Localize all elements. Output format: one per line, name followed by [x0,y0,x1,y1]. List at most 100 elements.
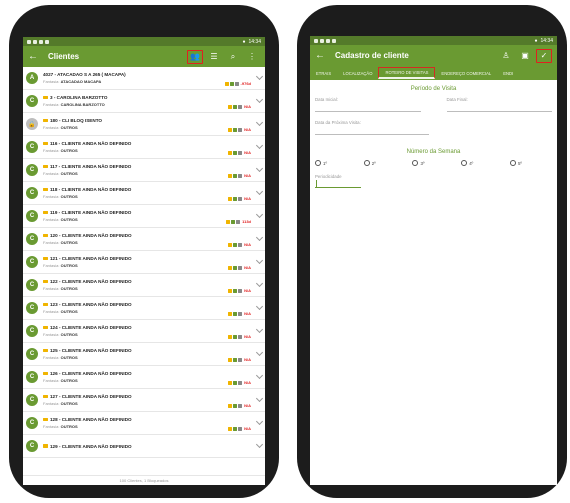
periodicidade-input[interactable] [315,179,361,188]
avatar: C [26,348,38,360]
tab-etrais[interactable]: ETRAIS [310,66,337,80]
id-card-icon[interactable]: ▣ [517,49,533,63]
semana-radio[interactable]: 5º [509,160,522,166]
client-row[interactable]: C 125 - CLIENTE AINDA NÃO DEFINIDO Fantasi… [23,343,265,366]
client-badges: N/A [228,380,251,385]
star-icon [228,242,233,247]
client-badges: N/A [228,311,251,316]
tab-endere-o-comercial[interactable]: ENDEREÇO COMERCIAL [435,66,497,80]
radio-circle-icon [315,160,321,166]
visit-status: N/A [244,311,251,316]
add-client-icon[interactable]: 👥 [187,49,203,64]
data-inicial-field[interactable] [315,102,421,112]
semana-radio[interactable]: 3º [412,160,425,166]
client-count: 100 Clientes, 1 Bloqueados [23,475,265,485]
calendar-icon [233,334,238,339]
data-proxima-field[interactable] [315,125,429,135]
avatar: C [26,233,38,245]
client-name: 129 - CLIENTE AINDA NÃO DEFINIDO [50,443,132,449]
folder-icon [43,95,48,100]
client-name: 117 - CLIENTE AINDA NÃO DEFINIDO [50,164,132,169]
data-final-field[interactable] [446,102,552,112]
tab-roteiro-de-visitas[interactable]: ROTEIRO DE VISITAS [378,67,436,79]
folder-icon [43,302,48,307]
folder-icon [43,233,48,238]
client-row[interactable]: A 4027 - ATACADAO S A 265 ( MACAPA) Fantas… [23,67,265,90]
back-arrow-icon[interactable]: ← [28,51,44,62]
star-icon [228,357,233,362]
client-row[interactable]: C 120 - CLIENTE AINDA NÃO DEFINIDO Fantasi… [23,228,265,251]
semana-radio[interactable]: 2º [363,160,376,166]
star-icon [228,311,233,316]
client-row[interactable]: C 126 - CLIENTE AINDA NÃO DEFINIDO Fantasi… [23,366,265,389]
calendar-icon [233,311,238,316]
avatar: C [26,417,38,429]
visit-status: N/A [244,426,251,431]
semana-radio[interactable]: 1º [315,160,327,166]
client-row[interactable]: C3 - CAROLINA BARZOTTO Fantasia: CAROLINA… [23,90,265,113]
search-icon[interactable]: ⌕ [225,50,241,64]
client-badges: N/A [228,242,251,247]
client-badges: N/A [228,403,251,408]
more-vert-icon[interactable]: ⋮ [244,50,260,64]
status-bar: ● 14:34 [310,36,557,45]
client-badges: -976d [224,81,251,86]
client-row[interactable]: C 129 - CLIENTE AINDA NÃO DEFINIDO [23,435,265,458]
radio-circle-icon [461,160,468,166]
visit-status: N/A [244,173,251,178]
calendar-icon [233,357,238,362]
client-row[interactable]: C 118 - CLIENTE AINDA NÃO DEFINIDO Fantasi… [23,182,265,205]
pin-icon [238,311,243,316]
folder-icon [43,164,48,169]
avatar: C [26,279,38,291]
calendar-icon [233,150,238,155]
client-badges: N/A [228,127,251,132]
client-row[interactable]: C 117 - CLIENTE AINDA NÃO DEFINIDO Fantasi… [23,159,265,182]
client-row[interactable]: C 128 - CLIENTE AINDA NÃO DEFINIDO Fantasi… [23,412,265,435]
client-badges: N/A [228,150,251,155]
visit-status: N/A [244,127,251,132]
client-row[interactable]: C 122 - CLIENTE AINDA NÃO DEFINIDO Fantasi… [23,274,265,297]
status-time: 14:34 [248,38,261,45]
person-pin-icon[interactable]: ♙ [498,49,514,63]
client-row[interactable]: C 116 - CLIENTE AINDA NÃO DEFINIDO Fantasi… [23,136,265,159]
notification-icons [314,38,336,43]
semana-radio[interactable]: 4º [461,160,473,166]
client-badges: N/A [228,288,251,293]
avatar: C [26,141,38,153]
phone-cadastro: ● 14:34 ← Cadastro de cliente ♙ ▣ ✓ ETRAI… [297,5,567,498]
filter-icon[interactable]: ☰ [206,50,222,64]
star-icon [228,288,233,293]
folder-icon [43,325,48,330]
client-name: 4027 - ATACADAO S A 265 ( MACAPA) [43,72,126,77]
star-icon [228,265,233,270]
calendar-icon [233,242,238,247]
calendar-icon [233,380,238,385]
radio-circle-icon [509,160,516,166]
visit-form: Período de Visita Data Inicial: Data Fin… [310,86,557,188]
client-row[interactable]: C 127 - CLIENTE AINDA NÃO DEFINIDO Fantasi… [23,389,265,412]
star-icon [228,426,233,431]
client-row[interactable]: C 124 - CLIENTE AINDA NÃO DEFINIDO Fantasi… [23,320,265,343]
semana-radio-group: 1º 2º 3º 4º 5º [315,160,552,166]
check-icon[interactable]: ✓ [536,48,552,63]
client-badges: N/A [228,334,251,339]
client-name: 123 - CLIENTE AINDA NÃO DEFINIDO [50,302,132,307]
client-row[interactable]: C 119 - CLIENTE AINDA NÃO DEFINIDO Fantasi… [23,205,265,228]
back-arrow-icon[interactable]: ← [315,50,331,61]
avatar: A [26,72,38,84]
client-row[interactable]: C 123 - CLIENTE AINDA NÃO DEFINIDO Fantasi… [23,297,265,320]
client-name: 124 - CLIENTE AINDA NÃO DEFINIDO [50,325,132,330]
pin-icon [238,288,243,293]
folder-icon [43,256,48,261]
calendar-icon [233,426,238,431]
client-badges: N/A [228,265,251,270]
client-row[interactable]: 🔒 180 - CLI BLOQ ISENTO Fantasia: OUTROS N/… [23,113,265,136]
radio-circle-icon [412,160,419,166]
client-badges: N/A [228,357,251,362]
tab-localiza-o[interactable]: LOCALIZAÇÃO [337,66,378,80]
client-row[interactable]: C 121 - CLIENTE AINDA NÃO DEFINIDO Fantasi… [23,251,265,274]
pin-icon [238,334,243,339]
tab-endi[interactable]: ENDI [497,66,519,80]
star-icon [226,219,231,224]
